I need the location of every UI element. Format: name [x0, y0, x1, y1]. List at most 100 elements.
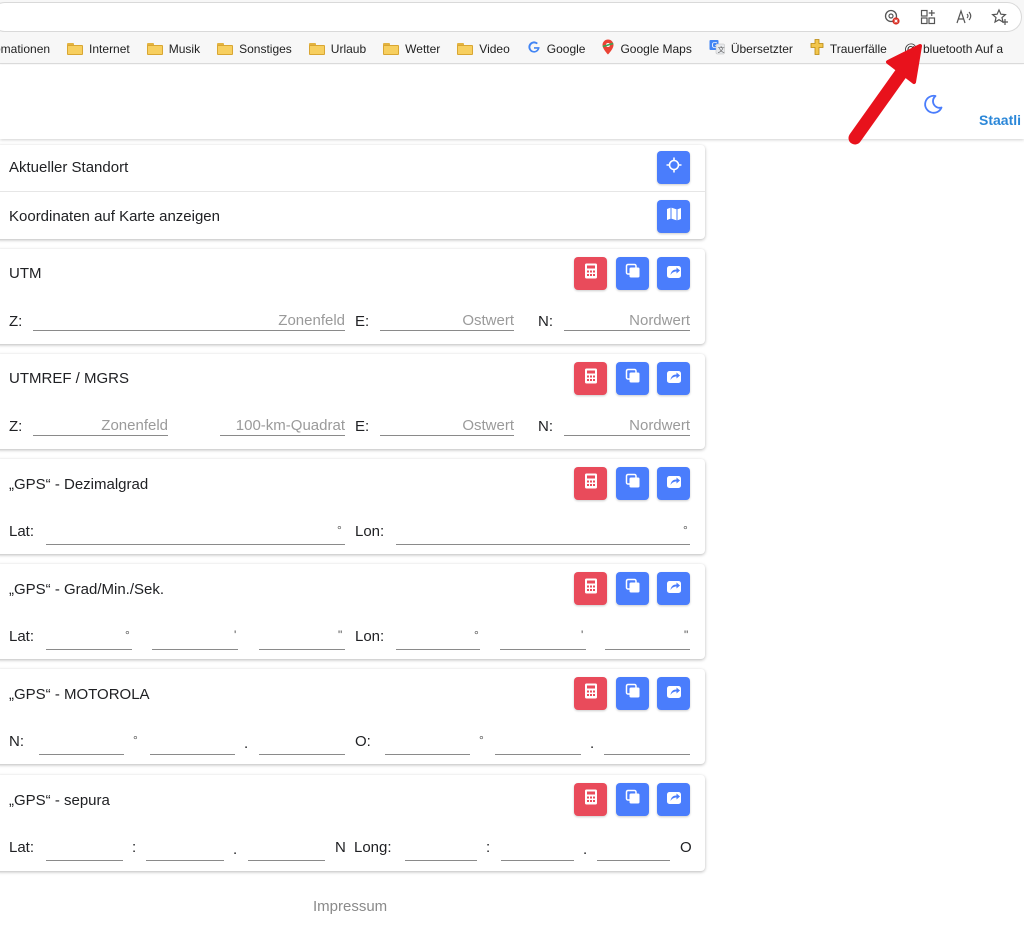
gps-decimal-lat-input[interactable]	[46, 525, 345, 545]
bookmark-label: Trauerfälle	[829, 41, 887, 56]
gps-dms-card: „GPS“ - Grad/Min./Sek. Lat: ° ' " Lon: °…	[0, 564, 705, 659]
gps-dms-lon-degrees-input[interactable]	[396, 630, 480, 650]
calculator-icon	[584, 789, 598, 810]
gps-decimal-title: „GPS“ - Dezimalgrad	[9, 476, 149, 493]
gps-motorola-copy-button[interactable]	[616, 677, 649, 710]
gps-dms-lat-seconds-input[interactable]	[259, 630, 345, 650]
svg-text:文: 文	[717, 45, 724, 54]
utm-title: UTM	[9, 265, 42, 282]
gps-sepura-card: „GPS“ - sepura Lat: : . N Long: : . O	[0, 775, 705, 871]
bookmark-musik[interactable]: Musik	[146, 42, 200, 56]
gps-sepura-long-decimal-input[interactable]	[597, 841, 670, 861]
app-available-icon[interactable]	[918, 7, 938, 27]
copy-icon	[625, 578, 641, 599]
gps-decimal-share-button[interactable]	[657, 467, 690, 500]
gps-motorola-o-degrees-input[interactable]	[385, 735, 470, 755]
bookmark-video[interactable]: Video	[457, 42, 510, 56]
mgrs-square-input[interactable]: 100-km-Quadrat	[220, 416, 345, 436]
share-icon	[666, 473, 682, 494]
location-card: Aktueller Standort Koordinaten auf Karte…	[0, 145, 705, 239]
cross-icon	[810, 39, 824, 58]
gps-decimal-lon-input[interactable]	[396, 525, 690, 545]
gps-motorola-o-label: O:	[355, 733, 371, 750]
utm-easting-input[interactable]: Ostwert	[380, 311, 514, 331]
folder-icon	[67, 42, 84, 55]
gps-motorola-n-label: N:	[9, 733, 24, 750]
mgrs-calculate-button[interactable]	[574, 362, 607, 395]
gps-motorola-n-degrees-input[interactable]	[39, 735, 124, 755]
gps-motorola-n-minutes-input[interactable]	[150, 735, 235, 755]
mgrs-easting-input[interactable]: Ostwert	[380, 416, 514, 436]
address-bar[interactable]	[0, 2, 1022, 32]
gps-sepura-long-degrees-input[interactable]	[405, 841, 477, 861]
mgrs-share-button[interactable]	[657, 362, 690, 395]
utm-zone-input[interactable]: Zonenfeld	[33, 311, 345, 331]
gps-decimal-calculate-button[interactable]	[574, 467, 607, 500]
bookmark-google[interactable]: Google	[527, 40, 586, 57]
gps-sepura-calculate-button[interactable]	[574, 783, 607, 816]
current-location-button[interactable]	[657, 151, 690, 184]
mgrs-zone-input[interactable]: Zonenfeld	[33, 416, 168, 436]
bookmark-sonstiges[interactable]: Sonstiges	[217, 42, 292, 56]
utm-northing-input[interactable]: Nordwert	[564, 311, 690, 331]
divider	[0, 191, 705, 192]
bookmark-trauerfaelle[interactable]: Trauerfälle	[810, 39, 887, 58]
gps-dms-lat-degrees-input[interactable]	[46, 630, 132, 650]
bookmark-uebersetzter[interactable]: G文 Übersetzter	[709, 39, 793, 58]
moon-icon[interactable]	[920, 92, 944, 121]
gps-dms-lon-seconds-input[interactable]	[605, 630, 690, 650]
north-suffix: N	[335, 839, 346, 856]
minute-symbol: '	[234, 628, 237, 642]
gps-sepura-lat-minutes-input[interactable]	[146, 841, 224, 861]
bookmark-label: Google	[546, 41, 586, 56]
degree-symbol: °	[474, 628, 479, 642]
share-icon	[666, 578, 682, 599]
add-favorite-icon[interactable]	[990, 7, 1010, 27]
gps-sepura-title: „GPS“ - sepura	[9, 792, 110, 809]
utm-calculate-button[interactable]	[574, 257, 607, 290]
gps-sepura-lat-degrees-input[interactable]	[46, 841, 123, 861]
calculator-icon	[584, 368, 598, 389]
tracking-prevention-icon[interactable]	[882, 7, 902, 27]
impressum-link[interactable]: Impressum	[313, 898, 387, 915]
gps-dms-calculate-button[interactable]	[574, 572, 607, 605]
gps-dms-share-button[interactable]	[657, 572, 690, 605]
decimal-point: .	[590, 735, 595, 752]
folder-icon	[308, 42, 325, 55]
gps-sepura-long-minutes-input[interactable]	[501, 841, 574, 861]
gps-motorola-calculate-button[interactable]	[574, 677, 607, 710]
decimal-point: .	[244, 735, 249, 752]
bookmark-urlaub[interactable]: Urlaub	[308, 41, 367, 56]
header-link[interactable]: Staatli	[979, 112, 1021, 128]
mgrs-title: UTMREF / MGRS	[9, 370, 129, 387]
utm-share-button[interactable]	[657, 257, 690, 290]
bookmark-internet[interactable]: Internet	[67, 42, 130, 56]
gps-sepura-lat-decimal-input[interactable]	[248, 841, 325, 861]
copy-icon	[625, 368, 641, 389]
gps-motorola-o-minutes-input[interactable]	[495, 735, 581, 755]
gps-motorola-card: „GPS“ - MOTOROLA N: ° . O: ° .	[0, 669, 705, 764]
gps-dms-copy-button[interactable]	[616, 572, 649, 605]
mgrs-northing-input[interactable]: Nordwert	[564, 416, 690, 436]
bookmark-google-maps[interactable]: Google Maps	[602, 39, 692, 58]
mgrs-copy-button[interactable]	[616, 362, 649, 395]
bookmark-label: Urlaub	[330, 41, 367, 56]
bookmark-bluetooth[interactable]: @ bluetooth Auf a	[904, 41, 1003, 56]
folder-icon	[146, 42, 163, 55]
gps-motorola-o-decimal-input[interactable]	[604, 735, 690, 755]
gps-decimal-copy-button[interactable]	[616, 467, 649, 500]
show-on-map-button[interactable]	[657, 200, 690, 233]
bookmark-automationen[interactable]: omationen	[0, 42, 50, 56]
gps-dms-lon-minutes-input[interactable]	[500, 630, 586, 650]
gps-motorola-n-decimal-input[interactable]	[259, 735, 345, 755]
read-aloud-icon[interactable]	[954, 7, 974, 27]
gps-dms-lat-minutes-input[interactable]	[152, 630, 238, 650]
gps-sepura-copy-button[interactable]	[616, 783, 649, 816]
utm-copy-button[interactable]	[616, 257, 649, 290]
bookmark-wetter[interactable]: Wetter	[383, 42, 440, 56]
calculator-icon	[584, 473, 598, 494]
gps-sepura-share-button[interactable]	[657, 783, 690, 816]
gps-motorola-share-button[interactable]	[657, 677, 690, 710]
second-symbol: "	[338, 628, 343, 642]
page-header	[0, 65, 1024, 139]
